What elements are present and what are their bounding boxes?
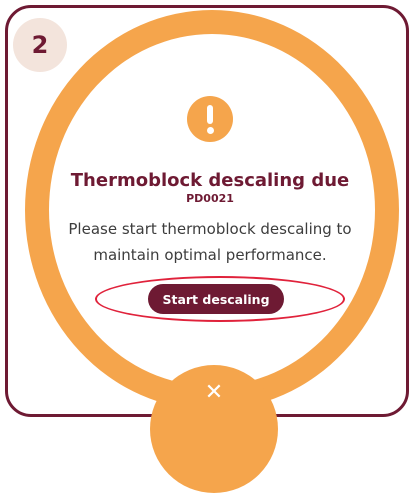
close-icon: ✕ bbox=[204, 380, 224, 405]
step-badge: 2 bbox=[13, 18, 67, 72]
exclamation-bar bbox=[207, 105, 213, 124]
close-button[interactable]: ✕ bbox=[150, 365, 278, 493]
error-code: PD0021 bbox=[186, 192, 234, 205]
dialog-title: Thermoblock descaling due bbox=[70, 170, 350, 191]
dialog-message: Please start thermoblock descaling to ma… bbox=[68, 220, 352, 264]
exclamation-dot bbox=[206, 127, 214, 134]
start-descaling-button[interactable]: Start descaling bbox=[148, 284, 284, 314]
dialog-frame bbox=[5, 5, 409, 417]
orange-ring bbox=[25, 10, 399, 410]
exclamation-icon bbox=[187, 96, 233, 142]
